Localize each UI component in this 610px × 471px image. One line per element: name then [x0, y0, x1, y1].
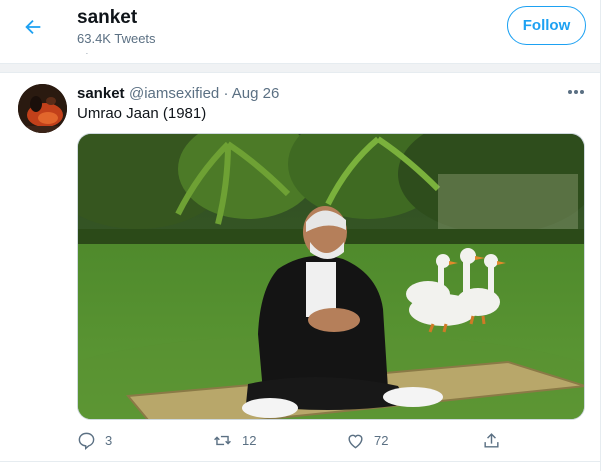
tweet-handle[interactable]: @iamsexified	[129, 85, 219, 102]
more-dots-icon	[568, 90, 584, 94]
retweet-icon	[214, 435, 231, 445]
tweet-date[interactable]: Aug 26	[232, 85, 280, 102]
tweet-text: Umrao Jaan (1981)	[77, 105, 207, 122]
retweet-count: 12	[242, 432, 257, 448]
heart-icon	[348, 434, 363, 448]
reply-icon	[78, 432, 95, 450]
header-tweet-count: 63.4K Tweets	[77, 31, 156, 46]
tweet-display-name[interactable]: sanket	[77, 85, 125, 102]
share-button[interactable]	[482, 428, 501, 452]
reply-count: 3	[105, 432, 113, 448]
like-count: 72	[374, 432, 389, 448]
timeline-right-border	[600, 0, 601, 471]
tweet-handle-line: @iamsexified · Aug 26	[129, 85, 279, 102]
tweet-bottom-border	[0, 461, 600, 462]
tweet-separator: ·	[223, 85, 229, 102]
header-title: sanket	[77, 7, 138, 28]
back-button[interactable]	[20, 14, 46, 40]
reply-button[interactable]: 3	[77, 428, 112, 452]
section-divider	[0, 63, 600, 73]
more-button[interactable]	[566, 85, 586, 99]
photo-image	[78, 134, 584, 419]
like-button[interactable]: 72	[346, 428, 388, 452]
avatar[interactable]	[18, 84, 67, 133]
arrow-left-icon	[25, 19, 41, 35]
tweet-actions: 3 12 72	[77, 428, 585, 452]
follow-button[interactable]: Follow	[507, 6, 586, 45]
profile-header: sanket 63.4K Tweets Follow	[0, 0, 600, 53]
retweet-button[interactable]: 12	[212, 428, 256, 452]
tweet-media-photo[interactable]	[77, 133, 585, 420]
avatar-image	[18, 84, 67, 133]
share-icon	[484, 432, 499, 448]
